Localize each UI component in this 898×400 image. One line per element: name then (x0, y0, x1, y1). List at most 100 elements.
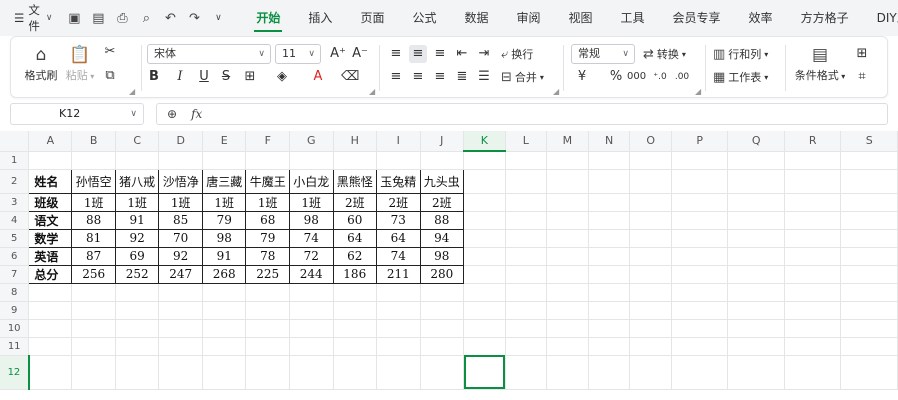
empty-cell[interactable] (28, 301, 73, 320)
empty-cell[interactable] (629, 229, 673, 248)
data-cell[interactable]: 73 (376, 210, 421, 230)
tab-5[interactable]: 审阅 (502, 0, 554, 36)
print-icon[interactable]: ⎙ (114, 11, 130, 26)
empty-cell[interactable] (505, 319, 548, 338)
rows-columns-button[interactable]: ▥ 行和列 ▾ (713, 46, 768, 62)
conditional-format-button[interactable]: ▤ 条件格式 ▾ (791, 43, 849, 83)
empty-cell[interactable] (420, 283, 465, 302)
empty-cell[interactable] (28, 355, 73, 390)
data-cell[interactable]: 1班 (288, 192, 334, 212)
column-header[interactable]: S (840, 131, 898, 152)
data-cell[interactable]: 69 (114, 246, 160, 266)
empty-cell[interactable] (463, 169, 506, 194)
empty-cell[interactable] (289, 283, 334, 302)
empty-cell[interactable] (629, 211, 673, 230)
row-header[interactable]: 6 (0, 247, 30, 266)
empty-cell[interactable] (629, 247, 673, 266)
empty-cell[interactable] (546, 355, 589, 390)
column-header[interactable]: J (420, 131, 465, 152)
data-cell[interactable]: 九头虫 (419, 168, 465, 194)
empty-cell[interactable] (463, 319, 506, 338)
table-format-icon[interactable]: ⌗ (853, 68, 871, 86)
export-pdf-icon[interactable]: ▤ (90, 11, 106, 26)
empty-cell[interactable] (158, 355, 203, 390)
empty-cell[interactable] (588, 301, 631, 320)
column-header[interactable]: Q (727, 131, 785, 152)
tab-6[interactable]: 视图 (555, 0, 607, 36)
data-cell[interactable]: 2班 (332, 192, 378, 212)
distributed-align-icon[interactable]: ☰ (475, 68, 493, 86)
currency-icon[interactable]: ¥ (573, 68, 591, 86)
empty-cell[interactable] (505, 193, 548, 212)
empty-cell[interactable] (588, 193, 631, 212)
row-header[interactable]: 5 (0, 229, 30, 248)
select-all-corner[interactable] (0, 131, 30, 152)
underline-icon[interactable]: U (195, 68, 213, 86)
empty-cell[interactable] (671, 247, 729, 266)
row-header[interactable]: 11 (0, 337, 30, 356)
data-cell[interactable]: 85 (158, 210, 203, 230)
column-header[interactable]: G (289, 131, 334, 152)
selected-cell[interactable] (463, 355, 506, 390)
empty-cell[interactable] (376, 337, 421, 356)
empty-cell[interactable] (546, 283, 589, 302)
data-cell[interactable]: 2班 (419, 192, 465, 212)
empty-cell[interactable] (289, 151, 334, 170)
clipboard-dialog-launcher-icon[interactable]: ◢ (129, 87, 135, 96)
row-label-cell[interactable]: 数学 (28, 228, 73, 248)
data-cell[interactable]: 91 (114, 210, 160, 230)
fill-color-icon[interactable]: ◈ (273, 68, 291, 86)
empty-cell[interactable] (629, 301, 673, 320)
data-cell[interactable]: 79 (245, 228, 290, 248)
empty-cell[interactable] (671, 319, 729, 338)
font-size-select[interactable]: 11 ∨ (275, 44, 321, 64)
column-header[interactable]: M (546, 131, 589, 152)
data-cell[interactable]: 186 (332, 264, 378, 284)
justify-icon[interactable]: ≣ (453, 68, 471, 86)
align-bottom-icon[interactable]: ≡ (431, 45, 449, 63)
empty-cell[interactable] (505, 355, 548, 390)
empty-cell[interactable] (546, 337, 589, 356)
empty-cell[interactable] (784, 151, 842, 170)
empty-cell[interactable] (546, 151, 589, 170)
empty-cell[interactable] (245, 337, 290, 356)
empty-cell[interactable] (588, 169, 631, 194)
empty-cell[interactable] (784, 283, 842, 302)
data-cell[interactable]: 91 (201, 246, 247, 266)
row-label-cell[interactable]: 语文 (28, 210, 73, 230)
empty-cell[interactable] (840, 355, 898, 390)
empty-cell[interactable] (588, 283, 631, 302)
data-cell[interactable]: 88 (419, 210, 465, 230)
empty-cell[interactable] (671, 211, 729, 230)
data-cell[interactable]: 72 (288, 246, 334, 266)
data-cell[interactable]: 2班 (376, 192, 421, 212)
column-header[interactable]: O (629, 131, 673, 152)
column-header[interactable]: K (463, 131, 506, 152)
empty-cell[interactable] (202, 301, 247, 320)
empty-cell[interactable] (376, 355, 421, 390)
tab-9[interactable]: 效率 (735, 0, 787, 36)
data-cell[interactable]: 88 (71, 210, 116, 230)
tab-2[interactable]: 页面 (346, 0, 398, 36)
tab-1[interactable]: 插入 (294, 0, 346, 36)
data-cell[interactable]: 94 (419, 228, 465, 248)
empty-cell[interactable] (28, 337, 73, 356)
align-top-icon[interactable]: ≡ (387, 45, 405, 63)
empty-cell[interactable] (727, 337, 785, 356)
column-header[interactable]: H (333, 131, 378, 152)
data-cell[interactable]: 280 (419, 264, 465, 284)
empty-cell[interactable] (505, 151, 548, 170)
empty-cell[interactable] (629, 283, 673, 302)
column-header[interactable]: C (115, 131, 160, 152)
empty-cell[interactable] (463, 283, 506, 302)
wrap-text-button[interactable]: ⤶ 换行 (501, 46, 533, 62)
font-color-icon[interactable]: A (309, 68, 327, 86)
row-header[interactable]: 3 (0, 193, 30, 212)
copy-icon[interactable]: ⧉ (101, 67, 119, 85)
empty-cell[interactable] (588, 211, 631, 230)
empty-cell[interactable] (245, 319, 290, 338)
name-box[interactable]: K12 ∨ (10, 103, 144, 125)
empty-cell[interactable] (629, 169, 673, 194)
empty-cell[interactable] (727, 319, 785, 338)
empty-cell[interactable] (671, 301, 729, 320)
